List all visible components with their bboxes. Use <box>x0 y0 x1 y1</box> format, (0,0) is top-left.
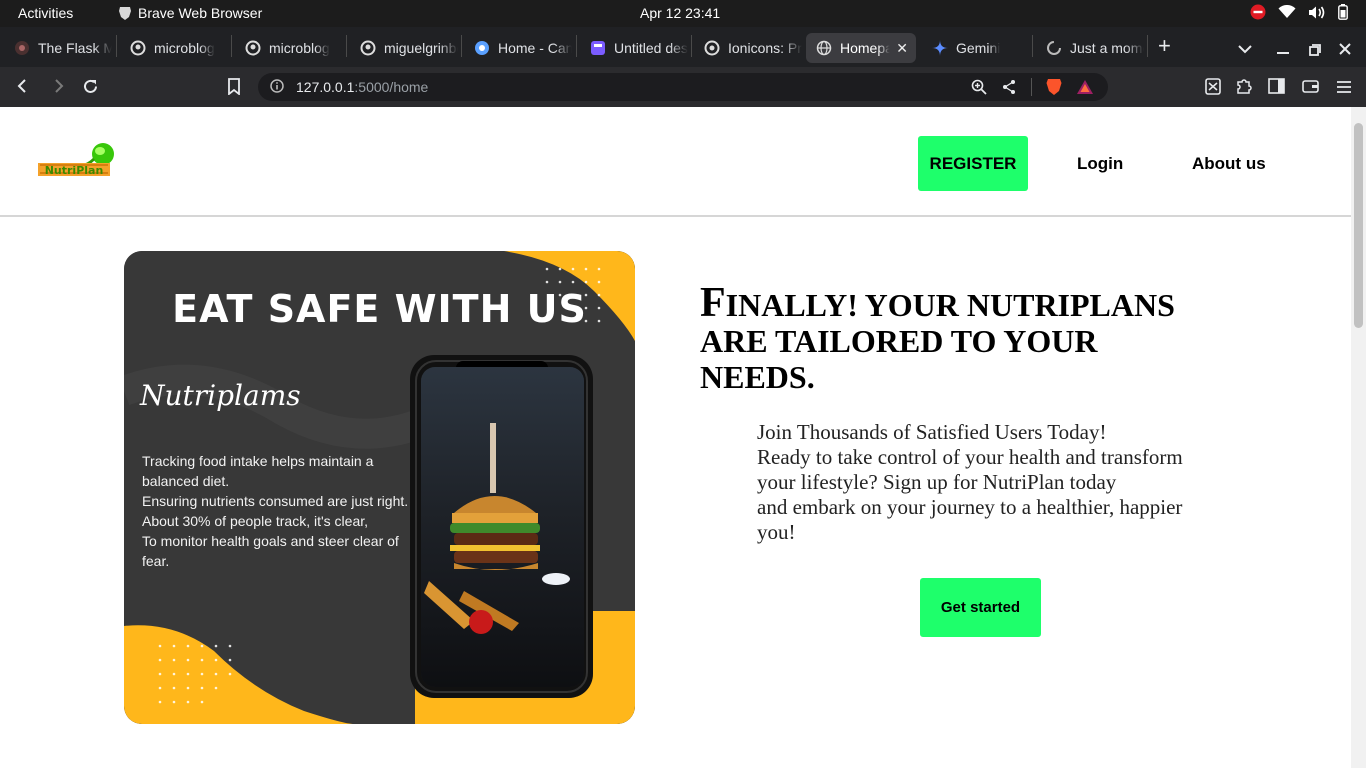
gemini-icon <box>932 40 948 56</box>
github-icon <box>360 40 376 56</box>
volume-icon <box>1309 6 1325 18</box>
wifi-icon <box>1278 5 1296 18</box>
promo-line: About 30% of people track, it's clear, <box>142 513 369 529</box>
url-divider <box>1031 78 1032 96</box>
globe-icon <box>816 40 832 56</box>
tab-separator <box>576 35 577 57</box>
url-text[interactable]: 127.0.0.1:5000/home <box>296 79 428 95</box>
promo-brand-script: Nutriplams <box>140 379 301 412</box>
tab-separator <box>116 35 117 57</box>
hero-description: Join Thousands of Satisfied Users Today!… <box>757 420 1197 545</box>
github-icon <box>245 40 261 56</box>
sidebar-toggle-icon[interactable] <box>1268 78 1285 98</box>
activities-button[interactable]: Activities <box>18 5 73 21</box>
login-link[interactable]: Login <box>1077 154 1123 174</box>
register-button[interactable]: REGISTER <box>918 136 1028 191</box>
canva-icon <box>590 40 606 56</box>
address-bar[interactable]: 127.0.0.1:5000/home <box>258 73 1108 101</box>
hero-line: Join Thousands of Satisfied Users Today! <box>757 420 1107 444</box>
tab-search-chevron-icon[interactable] <box>1238 38 1252 59</box>
scrollbar-thumb[interactable] <box>1354 123 1363 328</box>
tab-separator <box>1147 35 1148 57</box>
ionicons-icon <box>704 40 720 56</box>
tab-canva-home[interactable]: Home - Canva <box>464 33 572 63</box>
app-menu[interactable]: Brave Web Browser <box>118 5 262 21</box>
get-started-button[interactable]: Get started <box>920 578 1041 637</box>
forward-arrow-icon[interactable] <box>50 78 66 98</box>
maximize-icon[interactable] <box>1309 40 1321 61</box>
tab-homepage[interactable]: Homepage ✕ <box>806 33 916 63</box>
tab-separator <box>1032 35 1033 57</box>
nutriplan-logo[interactable]: NutriPlan <box>38 141 116 181</box>
brave-rewards-icon[interactable] <box>1076 79 1094 95</box>
loading-icon <box>1046 40 1062 56</box>
tab-microblog-1[interactable]: microblog <box>120 33 228 63</box>
url-path: :5000/home <box>354 79 429 95</box>
extensions-puzzle-icon[interactable] <box>1235 78 1252 99</box>
do-not-disturb-icon <box>1250 4 1266 20</box>
new-tab-plus-icon[interactable]: + <box>1158 35 1171 57</box>
hero-promo-image: EAT SAFE WITH US Nutriplams Tracking foo… <box>124 251 635 724</box>
site-header: NutriPlan REGISTER Login About us <box>0 107 1351 217</box>
flask-icon <box>14 40 30 56</box>
svg-text:NutriPlan: NutriPlan <box>45 164 104 177</box>
hero-title: Finally! Your NutriPlans are tailored to… <box>700 280 1175 395</box>
tab-untitled-design[interactable]: Untitled design <box>580 33 688 63</box>
zoom-icon[interactable] <box>971 79 987 95</box>
tab-separator <box>461 35 462 57</box>
app-name: Brave Web Browser <box>138 5 263 21</box>
web-page: NutriPlan REGISTER Login About us EAT SA… <box>0 107 1351 768</box>
brave-shields-icon[interactable] <box>1046 78 1062 96</box>
site-info-icon[interactable] <box>270 79 284 98</box>
system-tray[interactable] <box>1250 4 1348 20</box>
wallet-icon[interactable] <box>1302 78 1319 98</box>
menu-hamburger-icon[interactable] <box>1336 78 1352 98</box>
promo-line: Tracking food intake helps maintain a ba… <box>142 453 374 489</box>
url-host: 127.0.0.1 <box>296 79 355 95</box>
promo-line: To monitor health goals and steer clear … <box>142 533 399 569</box>
reload-icon[interactable] <box>82 78 99 99</box>
minimize-icon[interactable] <box>1277 38 1289 59</box>
promo-headline: EAT SAFE WITH US <box>172 287 587 331</box>
brave-lion-icon <box>119 6 131 20</box>
globe-icon <box>474 40 490 56</box>
close-tab-icon[interactable]: ✕ <box>896 40 908 57</box>
system-top-bar: Activities Brave Web Browser Apr 12 23:4… <box>0 0 1366 27</box>
reader-mode-icon[interactable] <box>1205 78 1221 99</box>
tab-separator <box>691 35 692 57</box>
about-us-link[interactable]: About us <box>1192 154 1266 174</box>
hero-line: and embark on your journey to a healthie… <box>757 495 1183 544</box>
page-scrollbar[interactable] <box>1351 107 1366 768</box>
tab-ionicons[interactable]: Ionicons: Premium <box>694 33 802 63</box>
tab-miguelgrinberg[interactable]: miguelgrinberg <box>350 33 458 63</box>
github-icon <box>130 40 146 56</box>
promo-line: Ensuring nutrients consumed are just rig… <box>142 493 409 509</box>
back-arrow-icon[interactable] <box>15 78 31 98</box>
tab-flask[interactable]: The Flask M <box>4 33 112 63</box>
bookmark-icon[interactable] <box>227 78 241 99</box>
tab-microblog-2[interactable]: microblog <box>235 33 343 63</box>
promo-poem: Tracking food intake helps maintain a ba… <box>142 451 412 571</box>
share-icon[interactable] <box>1001 79 1017 95</box>
battery-icon <box>1338 4 1348 20</box>
tab-separator <box>346 35 347 57</box>
tab-just-a-moment[interactable]: Just a moment <box>1036 33 1144 63</box>
close-window-icon[interactable] <box>1339 39 1351 60</box>
tab-gemini[interactable]: Gemini <box>922 33 1030 63</box>
hero-line: Ready to take control of your health and… <box>757 445 1183 494</box>
clock[interactable]: Apr 12 23:41 <box>640 5 720 21</box>
tab-separator <box>231 35 232 57</box>
